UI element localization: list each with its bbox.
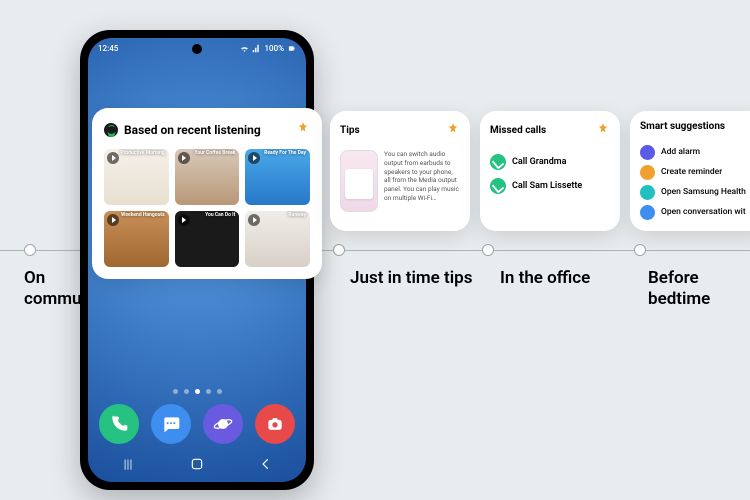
call-icon: [490, 178, 506, 194]
suggestion-label: Add alarm: [661, 147, 700, 157]
planet-icon: [213, 414, 233, 434]
battery-icon: [287, 44, 296, 53]
album-label: You Can Do It: [205, 213, 235, 219]
card-smart-suggestions[interactable]: Smart suggestions Add alarm Create remin…: [630, 111, 750, 231]
page-dot-active: [195, 389, 200, 394]
status-right: 100%: [240, 44, 296, 53]
suggestion-label: Create reminder: [661, 167, 722, 177]
nav-home[interactable]: [182, 457, 212, 474]
card-header: Smart suggestions: [640, 121, 750, 132]
album-item[interactable]: You Can Do It: [175, 211, 240, 267]
timeline-stop-commute: [24, 244, 36, 256]
album-item[interactable]: Runway: [245, 211, 310, 267]
suggestion-label: Open Samsung Health: [661, 187, 746, 197]
nav-back[interactable]: [251, 457, 281, 474]
messages-icon: [161, 414, 181, 434]
suggestion-row[interactable]: Open conversation wit: [640, 202, 750, 222]
album-label: Your Coffee Break: [194, 151, 235, 157]
page-dot: [173, 389, 178, 394]
timeline-dot: [333, 244, 345, 256]
pin-icon[interactable]: [596, 121, 610, 140]
dock-phone[interactable]: [99, 404, 139, 444]
nav-bar: |||: [113, 457, 281, 474]
dock: [88, 404, 306, 444]
timeline-stop-office: [482, 244, 494, 256]
suggestion-row[interactable]: Open Samsung Health: [640, 182, 750, 202]
album-label: Weekend Hangouts: [121, 213, 165, 219]
tips-thumbnail: [340, 150, 378, 212]
card-title: Missed calls: [490, 125, 546, 136]
phone-camera-notch: [192, 44, 202, 54]
wifi-icon: [240, 44, 249, 53]
album-item[interactable]: Ready For The Day: [245, 149, 310, 205]
suggestion-label: Open conversation wit: [661, 207, 746, 217]
home-icon: [190, 457, 204, 471]
card-title: Tips: [340, 125, 360, 136]
camera-icon: [265, 414, 285, 434]
timeline-dot: [634, 244, 646, 256]
card-header: Missed calls: [490, 121, 610, 140]
timeline-dot: [482, 244, 494, 256]
call-label: Call Grandma: [512, 157, 566, 167]
card-title: Smart suggestions: [640, 121, 725, 132]
page-indicator: [88, 389, 306, 394]
play-icon: [107, 152, 119, 164]
signal-icon: [252, 44, 261, 53]
album-grid: Productive Morning Your Coffee Break Rea…: [104, 149, 310, 267]
status-battery: 100%: [264, 44, 284, 53]
suggestion-row[interactable]: Create reminder: [640, 162, 750, 182]
page-dot: [184, 389, 189, 394]
album-label: Runway: [288, 213, 306, 219]
album-label: Ready For The Day: [264, 151, 306, 157]
suggestion-row[interactable]: Add alarm: [640, 142, 750, 162]
call-label: Call Sam Lissette: [512, 181, 582, 191]
timeline-label-bedtime: Before bedtime: [648, 268, 738, 311]
nav-recents[interactable]: |||: [113, 457, 143, 474]
pin-icon[interactable]: [296, 120, 310, 139]
back-icon: [259, 457, 273, 471]
call-row[interactable]: Call Sam Lissette: [490, 174, 610, 198]
card-header: Based on recent listening: [104, 120, 310, 139]
play-icon: [248, 152, 260, 164]
album-item[interactable]: Productive Morning: [104, 149, 169, 205]
call-row[interactable]: Call Grandma: [490, 150, 610, 174]
card-title-text: Based on recent listening: [124, 123, 261, 137]
tips-text: You can switch audio output from earbuds…: [384, 150, 460, 212]
timeline-label-tips: Just in time tips: [350, 268, 472, 289]
timeline-dot: [24, 244, 36, 256]
timeline-label-office: In the office: [500, 268, 590, 289]
dock-camera[interactable]: [255, 404, 295, 444]
play-icon: [178, 214, 190, 226]
dock-internet[interactable]: [203, 404, 243, 444]
reminder-icon: [640, 165, 655, 180]
pin-icon[interactable]: [446, 121, 460, 140]
page-dot: [206, 389, 211, 394]
call-icon: [490, 154, 506, 170]
card-missed-calls[interactable]: Missed calls Call Grandma Call Sam Lisse…: [480, 111, 620, 231]
play-icon: [107, 214, 119, 226]
card-recent-listening[interactable]: Based on recent listening Productive Mor…: [92, 108, 322, 279]
album-item[interactable]: Your Coffee Break: [175, 149, 240, 205]
card-header: Tips: [340, 121, 460, 140]
phone-icon: [109, 414, 129, 434]
play-icon: [248, 214, 260, 226]
card-tips[interactable]: Tips You can switch audio output from ea…: [330, 111, 470, 231]
health-icon: [640, 185, 655, 200]
timeline-stop-tips: [333, 244, 345, 256]
card-title: Based on recent listening: [104, 123, 261, 137]
status-time: 12:45: [98, 44, 118, 53]
chat-icon: [640, 205, 655, 220]
album-item[interactable]: Weekend Hangouts: [104, 211, 169, 267]
alarm-icon: [640, 145, 655, 160]
page-dot: [217, 389, 222, 394]
tips-body: You can switch audio output from earbuds…: [340, 150, 460, 212]
play-icon: [178, 152, 190, 164]
timeline-stop-bedtime: [634, 244, 646, 256]
dock-messages[interactable]: [151, 404, 191, 444]
spotify-icon: [104, 123, 118, 137]
album-label: Productive Morning: [120, 151, 164, 157]
